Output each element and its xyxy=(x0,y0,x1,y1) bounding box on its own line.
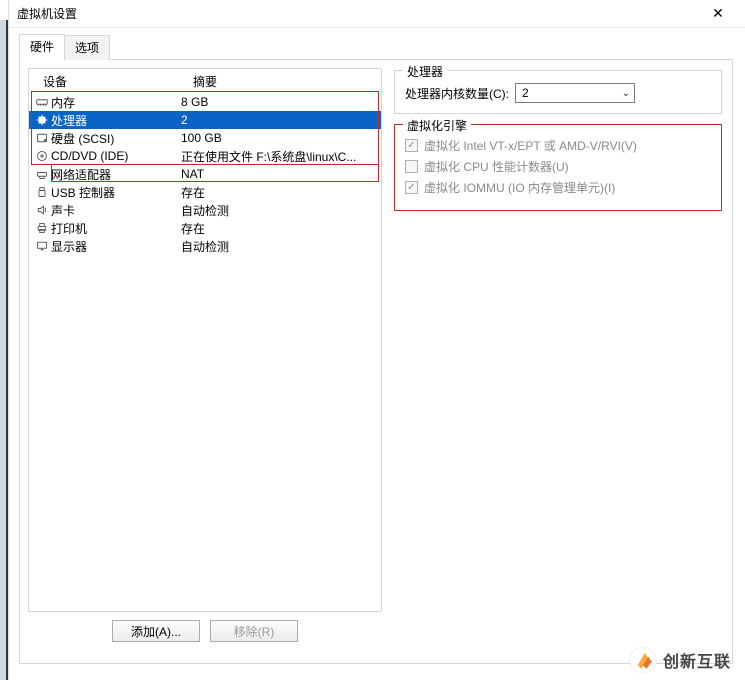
watermark-logo-icon xyxy=(629,646,657,674)
virt-engine-legend: 虚拟化引擎 xyxy=(403,117,471,134)
cores-label: 处理器内核数量(C): xyxy=(405,85,509,102)
tab-hardware[interactable]: 硬件 xyxy=(19,34,65,60)
tab-strip: 硬件 选项 xyxy=(19,38,733,60)
hdd-icon xyxy=(33,132,51,144)
checkbox-iommu[interactable]: ✓ xyxy=(405,181,418,194)
chevron-down-icon: ⌄ xyxy=(622,88,630,99)
disc-icon xyxy=(33,150,51,162)
titlebar: 虚拟机设置 ✕ xyxy=(9,0,745,28)
device-name: 处理器 xyxy=(51,112,87,129)
printer-icon xyxy=(33,222,51,234)
memory-icon xyxy=(33,96,51,108)
device-row[interactable]: CD/DVD (IDE) 正在使用文件 F:\系统盘\linux\C... xyxy=(29,147,381,165)
device-summary: 自动检测 xyxy=(181,238,377,255)
cores-value: 2 xyxy=(522,86,529,100)
device-summary: 正在使用文件 F:\系统盘\linux\C... xyxy=(181,148,377,165)
device-name: CD/DVD (IDE) xyxy=(51,149,128,163)
device-row[interactable]: 硬盘 (SCSI) 100 GB xyxy=(29,129,381,147)
tab-options[interactable]: 选项 xyxy=(64,35,110,60)
close-icon: ✕ xyxy=(712,5,724,22)
device-name: 硬盘 (SCSI) xyxy=(51,130,114,147)
device-name: 声卡 xyxy=(51,202,75,219)
device-list-header: 设备 摘要 xyxy=(29,69,381,93)
device-summary: NAT xyxy=(181,167,377,181)
add-button[interactable]: 添加(A)... xyxy=(112,620,200,642)
usb-icon xyxy=(33,186,51,198)
device-list: 设备 摘要 内存 8 GB 处理器 2 硬盘 (SCSI) 100 GB CD/… xyxy=(28,68,382,612)
device-row[interactable]: 网络适配器 NAT xyxy=(29,165,381,183)
checkbox-vtx[interactable]: ✓ xyxy=(405,139,418,152)
device-row[interactable]: 打印机 存在 xyxy=(29,219,381,237)
header-summary: 摘要 xyxy=(193,73,217,90)
device-row[interactable]: 内存 8 GB xyxy=(29,93,381,111)
label-vtx: 虚拟化 Intel VT-x/EPT 或 AMD-V/RVI(V) xyxy=(424,137,637,154)
watermark: 创新互联 xyxy=(629,646,731,674)
label-cpu-counters: 虚拟化 CPU 性能计数器(U) xyxy=(424,158,569,175)
watermark-text: 创新互联 xyxy=(663,648,731,672)
device-row[interactable]: 显示器 自动检测 xyxy=(29,237,381,255)
device-row[interactable]: USB 控制器 存在 xyxy=(29,183,381,201)
device-summary: 2 xyxy=(181,113,377,127)
checkbox-cpu-counters[interactable] xyxy=(405,160,418,173)
cpu-icon xyxy=(33,114,51,126)
label-iommu: 虚拟化 IOMMU (IO 内存管理单元)(I) xyxy=(424,179,615,196)
header-device: 设备 xyxy=(43,73,193,90)
device-name: 打印机 xyxy=(51,220,87,237)
virtualization-engine-group: 虚拟化引擎 ✓ 虚拟化 Intel VT-x/EPT 或 AMD-V/RVI(V… xyxy=(394,124,722,211)
processor-group: 处理器 处理器内核数量(C): 2 ⌄ xyxy=(394,70,722,114)
device-summary: 存在 xyxy=(181,184,377,201)
device-summary: 自动检测 xyxy=(181,202,377,219)
device-row[interactable]: 声卡 自动检测 xyxy=(29,201,381,219)
device-name: USB 控制器 xyxy=(51,184,115,201)
close-button[interactable]: ✕ xyxy=(697,1,739,27)
net-icon xyxy=(33,168,51,180)
processor-legend: 处理器 xyxy=(403,63,447,80)
device-name: 显示器 xyxy=(51,238,87,255)
cores-select[interactable]: 2 ⌄ xyxy=(515,83,635,103)
device-summary: 100 GB xyxy=(181,131,377,145)
device-name: 内存 xyxy=(51,94,75,111)
remove-button[interactable]: 移除(R) xyxy=(210,620,298,642)
vm-settings-dialog: 虚拟机设置 ✕ 硬件 选项 设备 摘要 内存 8 GB xyxy=(8,0,745,680)
display-icon xyxy=(33,240,51,252)
sound-icon xyxy=(33,204,51,216)
device-summary: 存在 xyxy=(181,220,377,237)
device-row[interactable]: 处理器 2 xyxy=(29,111,381,129)
device-name: 网络适配器 xyxy=(51,166,111,183)
device-summary: 8 GB xyxy=(181,95,377,109)
dialog-title: 虚拟机设置 xyxy=(17,5,77,22)
